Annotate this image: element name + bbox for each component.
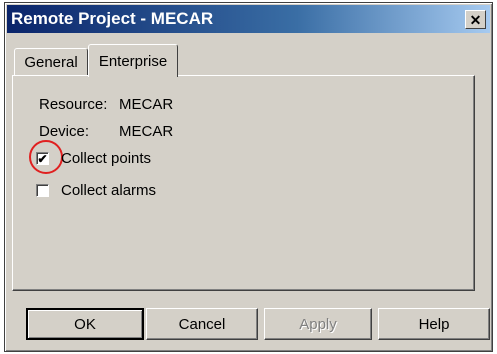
collect-points-checkbox[interactable]: ✔ xyxy=(36,152,49,165)
ok-button-label: OK xyxy=(74,315,96,333)
tab-enterprise-label: Enterprise xyxy=(98,52,168,70)
tab-general[interactable]: General xyxy=(14,48,88,76)
help-button-label: Help xyxy=(418,315,450,333)
resource-label: Resource: xyxy=(39,96,108,113)
tab-enterprise[interactable]: Enterprise xyxy=(88,44,178,77)
collect-points-label: Collect points xyxy=(61,150,152,167)
cancel-button[interactable]: Cancel xyxy=(146,308,258,340)
close-button[interactable]: ✕ xyxy=(465,10,486,29)
window-title: Remote Project - MECAR xyxy=(11,9,214,28)
help-button[interactable]: Help xyxy=(378,308,490,340)
device-value: MECAR xyxy=(119,123,174,140)
close-icon: ✕ xyxy=(469,11,482,28)
title-bar[interactable]: Remote Project - MECAR ✕ xyxy=(7,5,490,33)
checkmark-icon: ✔ xyxy=(37,151,48,166)
tab-general-label: General xyxy=(24,54,78,71)
collect-points-row[interactable]: ✔ Collect points xyxy=(36,150,151,167)
device-label: Device: xyxy=(39,123,90,140)
collect-alarms-checkbox[interactable] xyxy=(36,184,49,197)
cancel-button-label: Cancel xyxy=(178,315,226,333)
collect-alarms-label: Collect alarms xyxy=(61,182,157,199)
apply-button-label: Apply xyxy=(299,315,337,333)
apply-button: Apply xyxy=(264,308,372,340)
resource-value: MECAR xyxy=(119,96,174,113)
ok-button[interactable]: OK xyxy=(26,308,144,340)
collect-alarms-row[interactable]: Collect alarms xyxy=(36,182,156,199)
